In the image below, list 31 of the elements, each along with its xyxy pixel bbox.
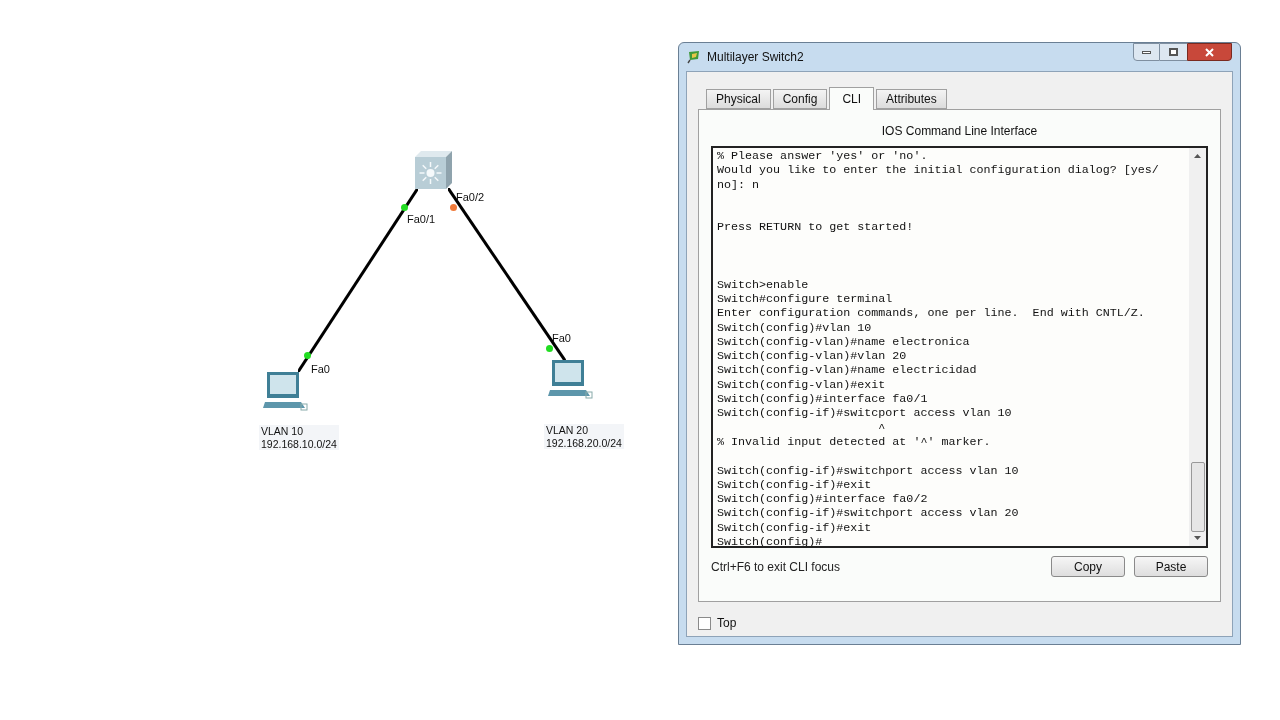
- window-title: Multilayer Switch2: [707, 49, 804, 66]
- port-label: Fa0/2: [456, 190, 485, 205]
- tab[interactable]: CLI: [829, 87, 875, 110]
- minimize-icon: [1142, 50, 1151, 54]
- computer-icon[interactable]: [548, 360, 594, 400]
- port-label: Fa0: [552, 331, 571, 346]
- tab[interactable]: Physical: [706, 89, 771, 109]
- app-icon: [687, 50, 701, 64]
- action-button[interactable]: Paste: [1134, 556, 1208, 577]
- host-note: VLAN 20 192.168.20.0/24: [544, 424, 624, 449]
- port-label: Fa0: [311, 362, 330, 377]
- switch-icon[interactable]: [415, 151, 452, 189]
- checkbox[interactable]: [698, 616, 711, 630]
- minimize-button[interactable]: [1133, 43, 1160, 61]
- scroll-thumb[interactable]: [1190, 462, 1205, 532]
- port-label: Fa0/1: [407, 212, 436, 227]
- maximize-button[interactable]: [1160, 43, 1187, 61]
- panel-heading: IOS Command Line Interface: [880, 123, 1039, 140]
- action-button[interactable]: Copy: [1051, 556, 1125, 577]
- close-icon: [1205, 47, 1214, 57]
- close-button[interactable]: [1187, 43, 1232, 61]
- computer-icon[interactable]: [263, 372, 309, 412]
- tab[interactable]: Attributes: [876, 89, 947, 109]
- scroll-up-icon: [1194, 154, 1201, 158]
- host-note: VLAN 10 192.168.10.0/24: [259, 425, 339, 450]
- scrollbar[interactable]: [1189, 148, 1206, 546]
- hint-text: Ctrl+F6 to exit CLI focus: [711, 558, 841, 576]
- tab[interactable]: Config: [772, 89, 828, 109]
- checkbox-label: Top: [717, 615, 737, 632]
- maximize-icon: [1169, 48, 1178, 56]
- scroll-down-icon: [1194, 536, 1201, 540]
